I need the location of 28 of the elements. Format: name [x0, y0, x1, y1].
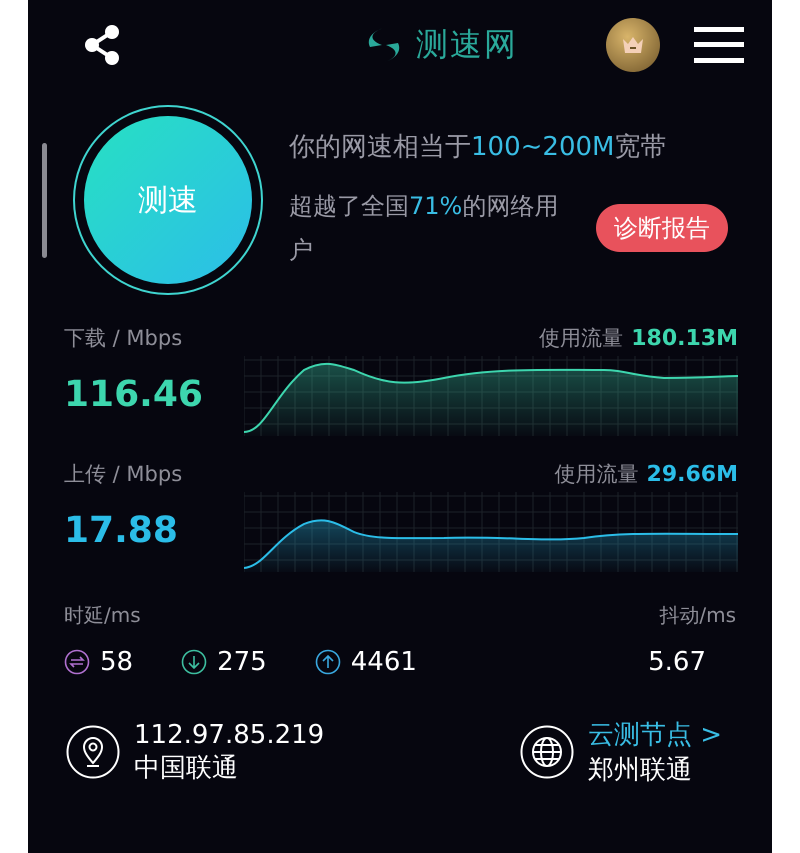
speed-test-button[interactable]: 测速 [84, 116, 252, 284]
data-usage-value: 29.66M [646, 462, 738, 487]
data-usage-value: 180.13M [631, 326, 738, 351]
speed-equivalent-text: 你的网速相当于100~200M宽带 [289, 130, 668, 164]
latency-value: 58 [100, 647, 134, 677]
test-node-link[interactable]: 云测节点 > [588, 717, 722, 752]
avatar-icon[interactable] [606, 18, 660, 72]
latency-value: 4461 [350, 647, 417, 677]
ranking-text: 超越了全国71%的网络用户 [289, 190, 560, 266]
location-pin-icon [66, 725, 120, 779]
data-usage-label: 使用流量 [554, 461, 639, 488]
node-name: 郑州联通 [588, 754, 693, 787]
data-usage-label: 使用流量 [539, 325, 624, 352]
ip-address: 112.97.85.219 [134, 720, 324, 750]
speed-value: 17.88 [64, 510, 179, 550]
latency-label: 时延/ms [64, 602, 141, 629]
speed-label: 上传 / Mbps [64, 461, 184, 488]
app-logo-text: 测速网 [416, 24, 518, 65]
jitter-label: 抖动/ms [659, 602, 736, 629]
speed-value: 116.46 [64, 374, 204, 414]
isp-name: 中国联通 [134, 752, 239, 784]
jitter-value: 5.67 [648, 647, 706, 677]
globe-icon [520, 725, 574, 779]
latency-value: 275 [217, 647, 267, 677]
menu-icon[interactable] [694, 27, 744, 63]
speed-label: 下载 / Mbps [64, 325, 184, 352]
diagnosis-report-button[interactable]: 诊断报告 [596, 204, 728, 252]
exchange-icon [64, 649, 90, 675]
